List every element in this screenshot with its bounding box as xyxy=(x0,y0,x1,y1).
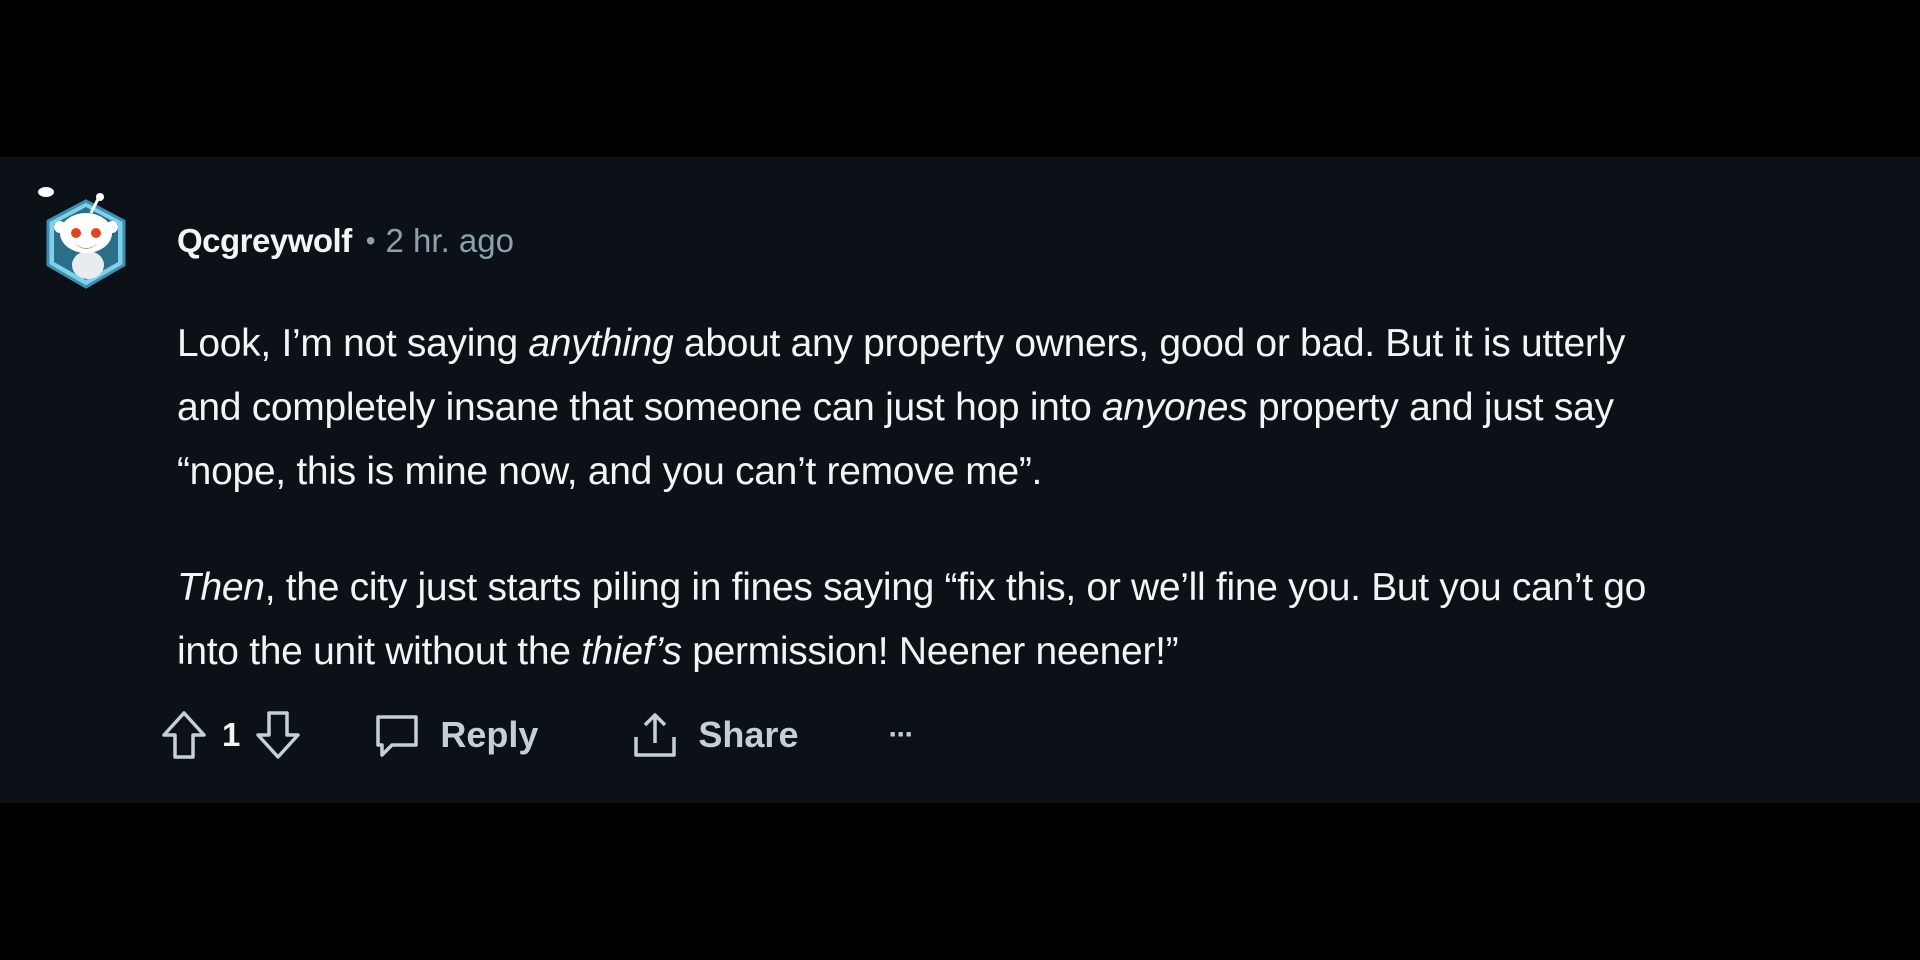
vote-score: 1 xyxy=(222,716,241,753)
comment-actions: 1 Reply Share ··· xyxy=(160,695,914,775)
username-link[interactable]: Qcgreywolf xyxy=(177,222,352,260)
text-line: into the unit without the thief’s permis… xyxy=(177,630,1179,673)
italic-segment: thief’s xyxy=(581,630,682,673)
comment-body: Look, I’m not saying anything about any … xyxy=(177,312,1892,684)
comment-paragraph-1: Look, I’m not saying anything about any … xyxy=(177,312,1892,504)
text-segment: about any property owners, good or bad. … xyxy=(673,322,1626,365)
text-segment: permission! Neener neener!” xyxy=(681,630,1179,673)
snoo-avatar-icon xyxy=(38,187,126,289)
speech-bubble-icon xyxy=(376,715,419,757)
comment-paragraph-2: Then, the city just starts piling in fin… xyxy=(177,556,1892,684)
comment-header: Qcgreywolf • 2 hr. ago xyxy=(177,221,514,261)
text-line: Look, I’m not saying anything about any … xyxy=(177,322,1625,365)
reply-button[interactable]: Reply xyxy=(372,711,538,759)
upvote-arrow-icon[interactable] xyxy=(160,707,208,763)
text-line: Then, the city just starts piling in fin… xyxy=(177,566,1646,609)
comment-card: Qcgreywolf • 2 hr. ago Look, I’m not say… xyxy=(0,157,1920,803)
text-segment: “nope, this is mine now, and you can’t r… xyxy=(177,450,1043,493)
share-label: Share xyxy=(698,714,799,755)
share-arrow-icon xyxy=(634,713,677,757)
reply-label: Reply xyxy=(440,714,539,755)
italic-segment: anything xyxy=(528,322,674,365)
timestamp[interactable]: 2 hr. ago xyxy=(386,222,514,260)
italic-segment: Then xyxy=(177,566,265,609)
ellipsis-icon: ··· xyxy=(888,718,914,751)
more-options-button[interactable]: ··· xyxy=(888,718,914,752)
text-line: “nope, this is mine now, and you can’t r… xyxy=(177,450,1042,493)
text-segment: into the unit without the xyxy=(177,630,582,673)
text-segment: and completely insane that someone can j… xyxy=(177,386,1103,429)
meta-separator: • xyxy=(365,225,376,256)
text-segment: property and just say xyxy=(1247,386,1614,429)
text-segment: Look, I’m not saying xyxy=(177,322,529,365)
downvote-arrow-icon[interactable] xyxy=(254,707,302,763)
text-segment: , the city just starts piling in fines s… xyxy=(264,566,1647,609)
user-avatar[interactable] xyxy=(36,187,136,297)
italic-segment: anyones xyxy=(1102,386,1248,429)
share-button[interactable]: Share xyxy=(630,711,798,759)
text-line: and completely insane that someone can j… xyxy=(177,386,1614,429)
